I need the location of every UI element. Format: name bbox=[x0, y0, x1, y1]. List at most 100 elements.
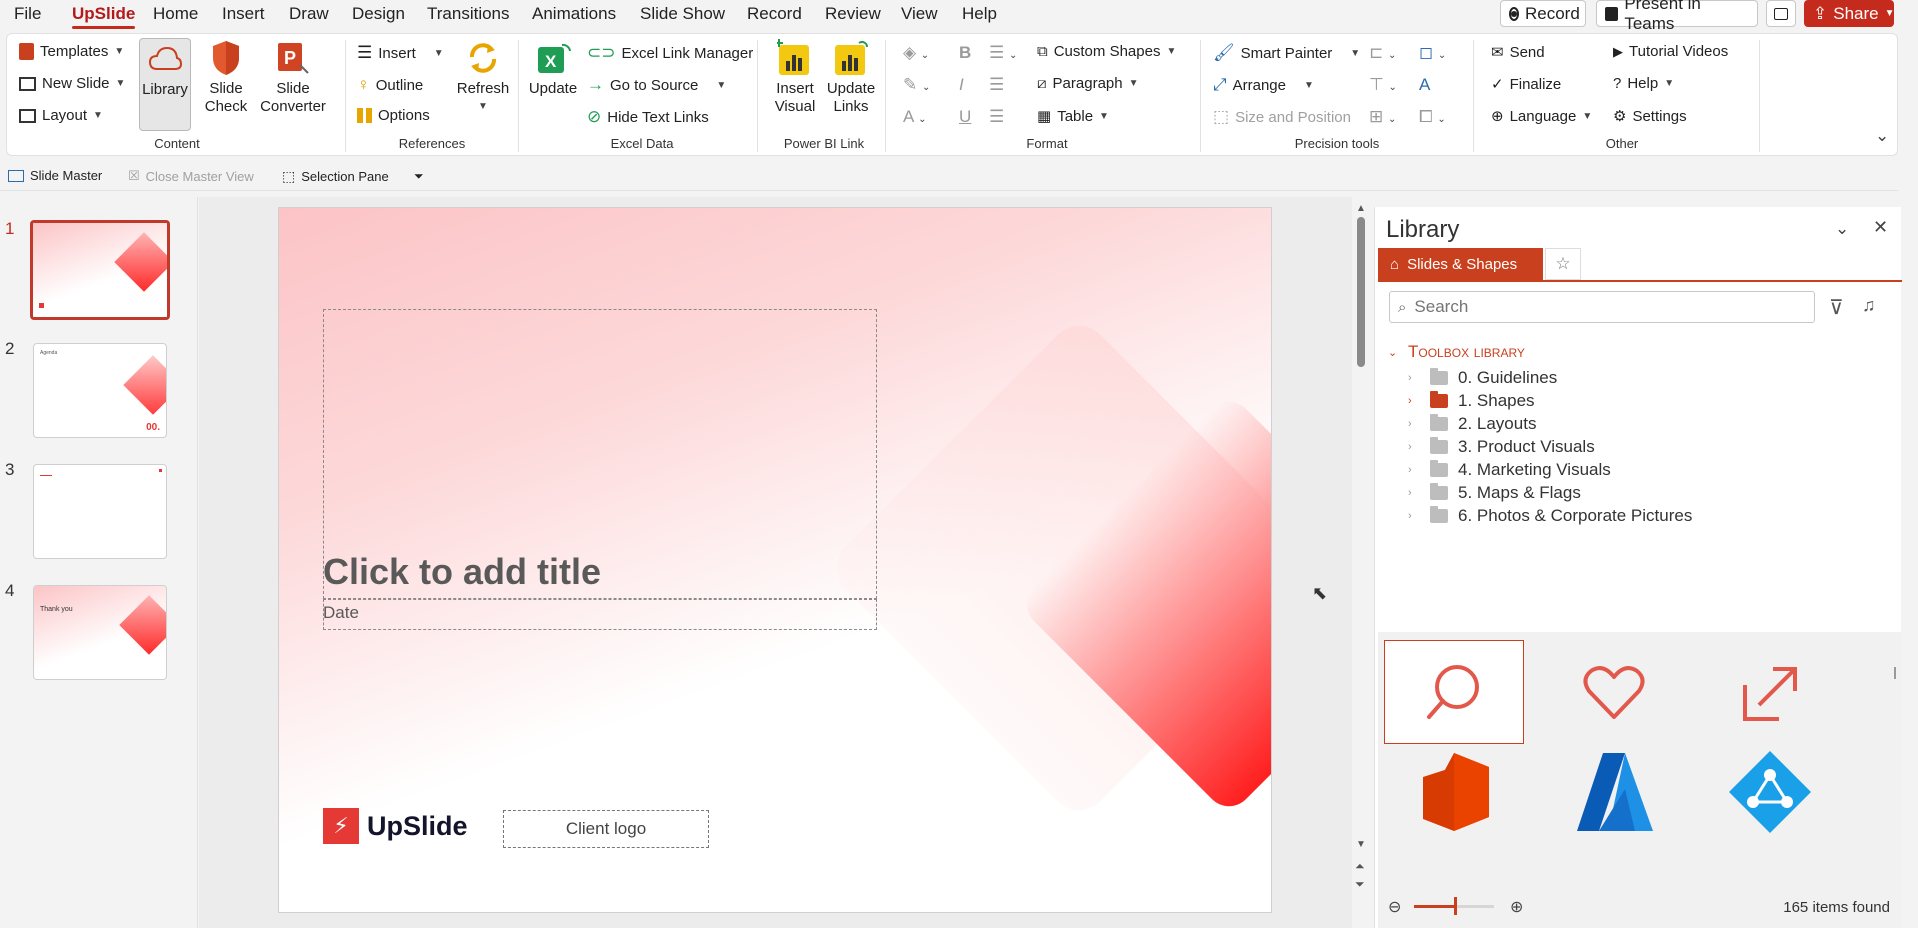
excel-link-manager-button[interactable]: ⊂⊃ Excel Link Manager bbox=[587, 43, 753, 63]
size-position-button[interactable]: ⬚ Size and Position bbox=[1213, 107, 1351, 127]
folder-shapes[interactable]: › 1. Shapes bbox=[1408, 391, 1535, 411]
language-button[interactable]: ⊕ Language ▼ bbox=[1491, 107, 1592, 126]
zoom-slider-thumb[interactable] bbox=[1454, 897, 1457, 915]
tutorial-videos-button[interactable]: ▶ Tutorial Videos bbox=[1613, 43, 1728, 60]
tab-view[interactable]: View bbox=[901, 4, 938, 24]
tab-home[interactable]: Home bbox=[153, 4, 198, 24]
zoom-in-icon[interactable]: ⊕ bbox=[1510, 897, 1523, 917]
indent-icon[interactable]: ☰ bbox=[989, 75, 1004, 95]
record-button[interactable]: Record bbox=[1500, 0, 1586, 27]
smart-painter-button[interactable]: 🖌 Smart Painter ▼ bbox=[1213, 43, 1360, 63]
scroll-down-icon[interactable]: ▼ bbox=[1356, 839, 1366, 850]
folder-guidelines[interactable]: › 0. Guidelines bbox=[1408, 368, 1557, 388]
library-item-office[interactable] bbox=[1384, 740, 1524, 844]
options-button[interactable]: Options bbox=[357, 107, 430, 124]
send-button[interactable]: ✉ Send bbox=[1491, 43, 1545, 62]
filter-icon[interactable]: ⊽ bbox=[1829, 295, 1844, 320]
share-button[interactable]: ⇪ Share ▼ bbox=[1804, 0, 1895, 27]
favorites-tab[interactable]: ☆ bbox=[1545, 248, 1581, 280]
text-box-icon[interactable]: A bbox=[1419, 75, 1430, 95]
selection-pane-button[interactable]: ⬚ Selection Pane bbox=[282, 168, 389, 185]
slide-thumbnail-2[interactable]: Agenda 00. bbox=[33, 343, 167, 438]
library-item-heart[interactable] bbox=[1544, 640, 1684, 744]
slide-canvas[interactable]: Click to add title Date ⚡ UpSlide Client… bbox=[278, 207, 1272, 913]
collapse-ribbon-icon[interactable]: ⌄ bbox=[1875, 126, 1889, 146]
insert-visual-button[interactable]: Insert Visual bbox=[770, 38, 820, 116]
underline-icon[interactable]: U bbox=[959, 107, 971, 127]
bold-icon[interactable]: B bbox=[959, 43, 971, 63]
references-insert-button[interactable]: ☰ Insert ▼ bbox=[357, 43, 444, 63]
tab-design[interactable]: Design bbox=[352, 4, 405, 24]
library-item-search[interactable] bbox=[1384, 640, 1524, 744]
tab-draw[interactable]: Draw bbox=[289, 4, 329, 24]
library-item-azure[interactable] bbox=[1544, 740, 1684, 844]
finalize-button[interactable]: ✓ Finalize bbox=[1491, 75, 1561, 94]
paragraph-button[interactable]: ⧄ Paragraph ▼ bbox=[1037, 75, 1139, 92]
next-slide-icon[interactable]: ⏷ bbox=[1355, 877, 1365, 892]
update-button[interactable]: X Update bbox=[525, 38, 581, 98]
settings-button[interactable]: ⚙ Settings bbox=[1613, 107, 1687, 126]
spacing-objects-icon[interactable]: ⊞ ⌄ bbox=[1369, 107, 1396, 127]
tab-slide-show[interactable]: Slide Show bbox=[640, 4, 725, 24]
date-placeholder[interactable] bbox=[323, 599, 877, 630]
previous-slide-icon[interactable]: ⏶ bbox=[1355, 859, 1365, 874]
close-icon[interactable]: ✕ bbox=[1873, 217, 1888, 238]
align-objects-icon[interactable]: ⊏ ⌄ bbox=[1369, 43, 1396, 63]
pane-options-icon[interactable]: ⌄ bbox=[1835, 219, 1849, 239]
hide-text-links-button[interactable]: ⊘ Hide Text Links bbox=[587, 107, 709, 127]
grid-scrollbar[interactable] bbox=[1894, 667, 1896, 679]
tab-review[interactable]: Review bbox=[825, 4, 881, 24]
folder-product-visuals[interactable]: › 3. Product Visuals bbox=[1408, 437, 1595, 457]
library-search-field[interactable]: ⌕ bbox=[1389, 291, 1815, 323]
slide-master-button[interactable]: Slide Master bbox=[8, 168, 102, 183]
tab-upslide[interactable]: UpSlide bbox=[72, 4, 136, 29]
font-color-icon[interactable]: A ⌄ bbox=[903, 107, 927, 127]
present-in-teams-button[interactable]: Present in Teams bbox=[1596, 0, 1758, 33]
folder-marketing-visuals[interactable]: › 4. Marketing Visuals bbox=[1408, 460, 1611, 480]
align-icon[interactable]: ☰ ⌄ bbox=[989, 43, 1017, 63]
tab-slides-shapes[interactable]: ⌂ Slides & Shapes bbox=[1378, 248, 1543, 280]
close-master-view-button[interactable]: ☒ Close Master View bbox=[128, 168, 254, 184]
fill-color-icon[interactable]: ◈ ⌄ bbox=[903, 43, 929, 63]
distribute-icon[interactable]: ⊤ ⌄ bbox=[1369, 75, 1397, 95]
spacing-icon[interactable]: ☰ bbox=[989, 107, 1004, 127]
layout-button[interactable]: Layout ▼ bbox=[19, 107, 103, 124]
shape-tools-icon[interactable]: ◻ ⌄ bbox=[1419, 43, 1446, 63]
templates-button[interactable]: Templates ▼ bbox=[19, 43, 124, 60]
italic-icon[interactable]: I bbox=[959, 75, 964, 95]
bell-icon[interactable]: ♫ bbox=[1862, 295, 1876, 316]
library-item-azure-ad[interactable] bbox=[1700, 740, 1840, 844]
line-color-icon[interactable]: ✎ ⌄ bbox=[903, 75, 930, 95]
custom-shapes-button[interactable]: ⧉ Custom Shapes ▼ bbox=[1037, 43, 1176, 60]
customize-toolbar-icon[interactable]: ⏷ bbox=[414, 169, 424, 184]
tab-file[interactable]: File bbox=[14, 4, 41, 24]
table-button[interactable]: ▦ Table ▼ bbox=[1037, 107, 1109, 126]
outline-button[interactable]: ♀ Outline bbox=[357, 75, 423, 95]
update-links-button[interactable]: Update Links bbox=[823, 38, 879, 116]
slide-thumbnail-1[interactable] bbox=[30, 220, 170, 320]
tab-transitions[interactable]: Transitions bbox=[427, 4, 510, 24]
vertical-scrollbar[interactable]: ▲ ▼ ⏶ ⏷ bbox=[1352, 197, 1372, 897]
toolbox-library-root[interactable]: ⌄ Toolbox library bbox=[1388, 342, 1525, 362]
tab-help[interactable]: Help bbox=[962, 4, 997, 24]
folder-layouts[interactable]: › 2. Layouts bbox=[1408, 414, 1536, 434]
new-slide-button[interactable]: New Slide ▼ bbox=[19, 75, 125, 92]
zoom-out-icon[interactable]: ⊖ bbox=[1388, 897, 1401, 917]
slide-converter-button[interactable]: P Slide Converter bbox=[251, 38, 335, 116]
slide-thumbnail-4[interactable]: Thank you bbox=[33, 585, 167, 680]
library-search-input[interactable] bbox=[1414, 297, 1795, 317]
go-to-source-button[interactable]: → Go to Source ▼ bbox=[587, 75, 726, 95]
arrange-button[interactable]: ⤢ Arrange ▼ bbox=[1213, 75, 1314, 95]
scroll-thumb[interactable] bbox=[1357, 217, 1365, 367]
tab-record[interactable]: Record bbox=[747, 4, 802, 24]
group-objects-icon[interactable]: ⧠ ⌄ bbox=[1419, 107, 1446, 127]
slide-thumbnail-3[interactable] bbox=[33, 464, 167, 559]
tab-animations[interactable]: Animations bbox=[532, 4, 616, 24]
folder-maps-flags[interactable]: › 5. Maps & Flags bbox=[1408, 483, 1581, 503]
library-item-arrow[interactable] bbox=[1700, 640, 1840, 744]
client-logo-placeholder[interactable]: Client logo bbox=[503, 810, 709, 848]
folder-photos-corporate[interactable]: › 6. Photos & Corporate Pictures bbox=[1408, 506, 1692, 526]
slide-check-button[interactable]: Slide Check bbox=[197, 38, 255, 116]
library-button[interactable]: Library bbox=[139, 38, 191, 131]
comments-button[interactable] bbox=[1766, 0, 1796, 27]
